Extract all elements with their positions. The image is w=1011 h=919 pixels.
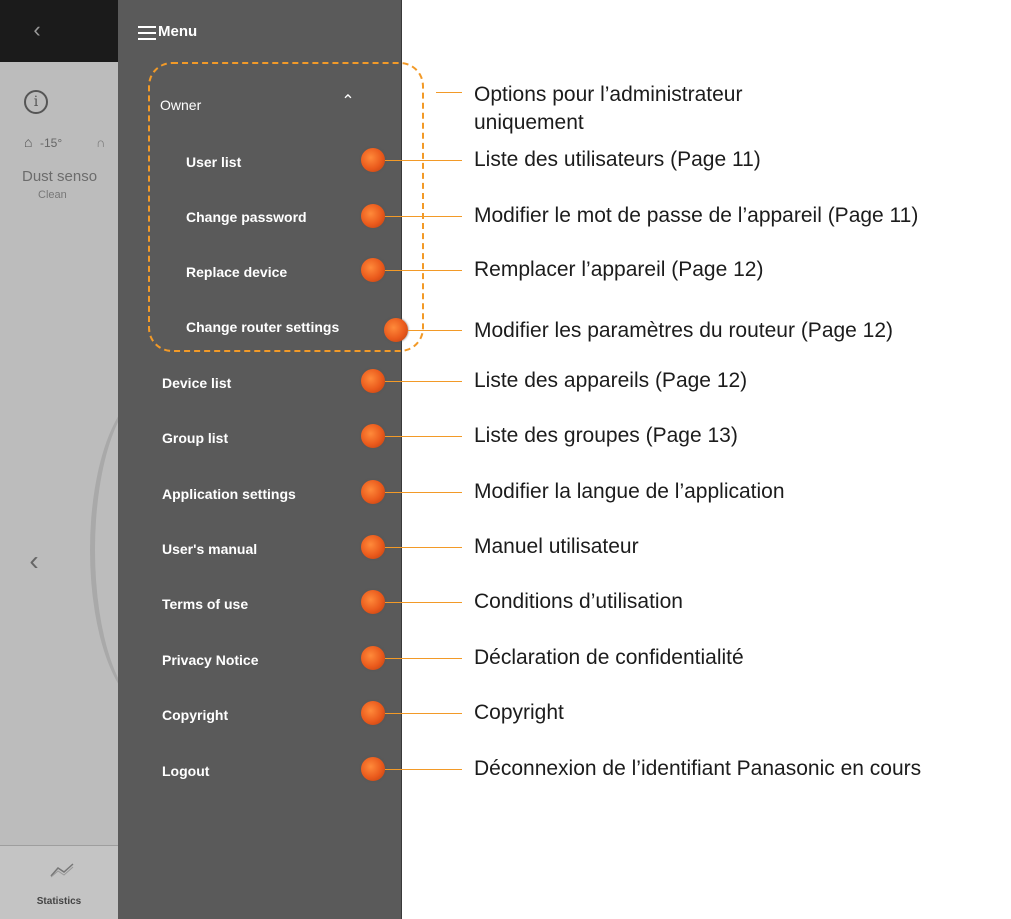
annotation-replace-device: Remplacer l’appareil (Page 12) [474, 258, 764, 281]
leader-line [385, 270, 462, 271]
sensor-name: Dust senso [22, 168, 98, 185]
sensor-status: Clean [38, 189, 67, 201]
menu-drawer: Menu Owner ⌃ User list Change password R… [118, 0, 424, 919]
leader-line [385, 769, 462, 770]
callout-dot [361, 148, 385, 172]
annotation-application-settings: Modifier la langue de l’application [474, 480, 785, 503]
leader-line [408, 330, 462, 331]
outdoor-temperature: -15° [40, 136, 63, 150]
callout-dot [384, 318, 408, 342]
menu-item-logout[interactable]: Logout [162, 763, 209, 779]
annotation-privacy-notice: Déclaration de confidentialité [474, 646, 744, 669]
annotation-group-list: Liste des groupes (Page 13) [474, 424, 738, 447]
humidity-icon: ∩ [96, 135, 106, 150]
leader-line [385, 658, 462, 659]
menu-item-users-manual[interactable]: User's manual [162, 541, 257, 557]
callout-dot [361, 369, 385, 393]
tab-statistics-label: Statistics [36, 896, 82, 907]
callout-dot [361, 757, 385, 781]
menu-item-change-router-settings[interactable]: Change router settings [186, 319, 339, 335]
menu-item-change-password[interactable]: Change password [186, 209, 307, 225]
callout-dot [361, 535, 385, 559]
callout-dot [361, 424, 385, 448]
leader-line [385, 492, 462, 493]
annotation-change-router-settings: Modifier les paramètres du routeur (Page… [474, 319, 894, 342]
leader-line [385, 547, 462, 548]
menu-title: Menu [158, 23, 198, 40]
menu-item-user-list[interactable]: User list [186, 154, 241, 170]
chevron-up-icon[interactable]: ⌃ [338, 92, 358, 112]
menu-item-copyright[interactable]: Copyright [162, 707, 228, 723]
app-screen: ‹ i ⌂ -15° ∩ Dust senso Clean ‹ Statisti… [0, 0, 1011, 919]
menu-item-group-list[interactable]: Group list [162, 430, 228, 446]
annotation-users-manual: Manuel utilisateur [474, 535, 639, 558]
callout-dot [361, 701, 385, 725]
annotation-device-list: Liste des appareils (Page 12) [474, 369, 748, 392]
menu-item-application-settings[interactable]: Application settings [162, 486, 296, 502]
menu-item-replace-device[interactable]: Replace device [186, 264, 287, 280]
annotation-change-password: Modifier le mot de passe de l’appareil (… [474, 204, 919, 227]
callout-dot [361, 590, 385, 614]
prev-arrow-icon[interactable]: ‹ [24, 546, 44, 576]
annotation-user-list: Liste des utilisateurs (Page 11) [474, 148, 761, 171]
top-bar: ‹ [0, 0, 118, 62]
tab-statistics[interactable]: Statistics [0, 845, 118, 919]
back-icon[interactable]: ‹ [26, 18, 48, 42]
leader-line [385, 216, 462, 217]
home-icon: ⌂ [24, 134, 33, 150]
annotation-owner-options-line2: uniquement [474, 111, 584, 134]
leader-line-owner-options [436, 92, 462, 93]
callout-dot [361, 204, 385, 228]
annotation-terms-of-use: Conditions d’utilisation [474, 590, 683, 613]
menu-item-privacy-notice[interactable]: Privacy Notice [162, 652, 259, 668]
leader-line [385, 602, 462, 603]
annotation-logout: Déconnexion de l’identifiant Panasonic e… [474, 757, 922, 780]
annotation-owner-options-line1: Options pour l’administrateur [474, 83, 743, 106]
callout-dot [361, 480, 385, 504]
statistics-icon [50, 863, 74, 878]
leader-line [385, 436, 462, 437]
dial-arc [90, 390, 118, 710]
leader-line [385, 160, 462, 161]
hamburger-icon[interactable] [138, 26, 156, 40]
annotation-copyright: Copyright [474, 701, 564, 724]
owner-section-header[interactable]: Owner [160, 97, 201, 113]
info-icon[interactable]: i [24, 90, 48, 114]
background-app: ‹ i ⌂ -15° ∩ Dust senso Clean ‹ Statisti… [0, 0, 118, 919]
menu-item-terms-of-use[interactable]: Terms of use [162, 596, 248, 612]
leader-line [385, 381, 462, 382]
callout-dot [361, 258, 385, 282]
leader-line [385, 713, 462, 714]
menu-item-device-list[interactable]: Device list [162, 375, 231, 391]
callout-dot [361, 646, 385, 670]
